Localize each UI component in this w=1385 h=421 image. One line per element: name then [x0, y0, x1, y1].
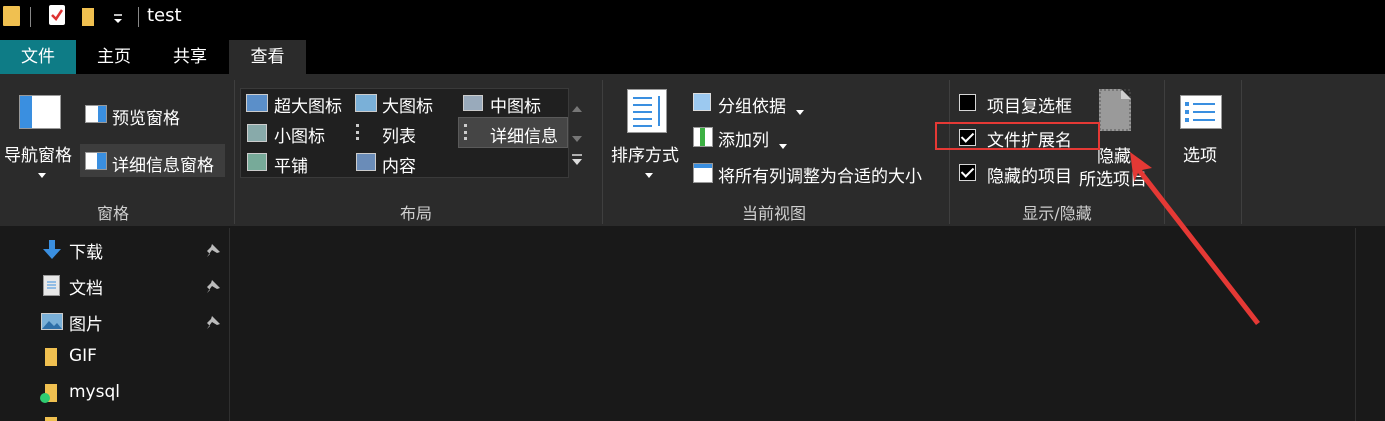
tab-share[interactable]: 共享	[152, 40, 228, 74]
list-icon	[356, 124, 375, 140]
nav-item-mysql[interactable]: mysql	[69, 382, 120, 402]
group-by-icon	[693, 93, 711, 111]
layout-small-icons[interactable]: 小图标	[274, 122, 325, 147]
panes-group-label: 窗格	[96, 204, 129, 223]
chevron-down-icon	[645, 163, 653, 182]
pin-icon[interactable]	[206, 243, 220, 257]
annotation-highlight-box	[935, 122, 1100, 150]
item-checkboxes-label: 项目复选框	[987, 97, 1072, 117]
hide-selected-items-icon	[1099, 89, 1131, 131]
tab-home[interactable]: 主页	[76, 40, 152, 74]
pin-icon[interactable]	[206, 279, 220, 293]
folder-icon	[45, 417, 57, 421]
current-view-group-label: 当前视图	[741, 204, 806, 223]
layout-content[interactable]: 内容	[382, 152, 416, 177]
separator	[30, 7, 31, 27]
content-icon	[356, 153, 376, 171]
vertical-scrollbar[interactable]	[1355, 228, 1385, 421]
layout-extra-large-icons[interactable]: 超大图标	[274, 92, 342, 117]
title-bar: test	[0, 0, 1385, 34]
nav-item-gif[interactable]: GIF	[69, 346, 97, 366]
sort-by-icon	[627, 89, 667, 133]
tab-view[interactable]: 查看	[229, 40, 306, 74]
gallery-expand-icon[interactable]	[572, 152, 582, 171]
extra-large-icons-icon	[246, 94, 268, 112]
folder-icon	[3, 6, 20, 26]
layout-details-label: 详细信息	[490, 127, 558, 147]
separator	[138, 7, 139, 27]
nav-item-pictures[interactable]: 图片	[69, 310, 103, 335]
details-list-icon	[464, 124, 483, 140]
medium-icons-icon	[463, 95, 483, 111]
properties-icon[interactable]	[49, 5, 65, 25]
layout-list[interactable]: 列表	[382, 122, 416, 147]
layout-group-label: 布局	[399, 204, 432, 223]
add-column-icon	[693, 127, 713, 147]
large-icons-icon	[355, 94, 377, 112]
layout-large-icons[interactable]: 大图标	[382, 92, 433, 117]
options-icon	[1180, 95, 1222, 129]
item-checkboxes-checkbox[interactable]	[959, 94, 976, 111]
gallery-scroll-down-icon[interactable]	[572, 127, 582, 146]
gallery-scroll-up-icon[interactable]	[572, 97, 582, 116]
preview-pane-button[interactable]: 预览窗格	[112, 104, 180, 129]
tab-file[interactable]: 文件	[0, 40, 76, 74]
add-columns-button[interactable]: 添加列	[718, 126, 769, 151]
new-folder-icon[interactable]	[82, 8, 94, 26]
folder-synced-icon	[40, 384, 57, 403]
folder-icon	[45, 348, 57, 366]
divider	[602, 80, 603, 224]
chevron-down-icon	[38, 163, 46, 182]
small-icons-icon	[247, 124, 267, 142]
layout-tiles[interactable]: 平铺	[274, 152, 308, 177]
hidden-items-label: 隐藏的项目	[987, 167, 1072, 187]
hidden-items-checkbox[interactable]	[959, 164, 976, 181]
size-all-columns-button[interactable]: 将所有列调整为合适的大小	[718, 162, 922, 187]
show-hide-group-label: 显示/隐藏	[1022, 204, 1092, 223]
details-pane-icon	[85, 152, 107, 170]
preview-pane-icon	[85, 105, 107, 123]
pin-icon[interactable]	[206, 315, 220, 329]
tiles-icon	[247, 153, 267, 171]
chevron-down-icon	[779, 134, 787, 153]
size-columns-icon	[693, 163, 713, 183]
window-title: test	[147, 5, 182, 26]
chevron-down-icon	[796, 100, 804, 119]
document-icon	[43, 275, 60, 296]
details-pane-label: 详细信息窗格	[112, 156, 214, 176]
nav-item-downloads[interactable]: 下载	[69, 238, 103, 263]
nav-item-documents[interactable]: 文档	[69, 274, 103, 299]
divider	[949, 80, 950, 224]
divider	[234, 80, 235, 224]
navigation-pane-icon	[19, 95, 61, 129]
download-arrow-icon	[43, 240, 61, 264]
picture-icon	[41, 313, 63, 330]
annotation-arrow	[1130, 152, 1260, 325]
group-by-button[interactable]: 分组依据	[718, 92, 786, 117]
quick-access-dropdown-icon[interactable]	[112, 10, 124, 24]
layout-medium-icons[interactable]: 中图标	[490, 92, 541, 117]
